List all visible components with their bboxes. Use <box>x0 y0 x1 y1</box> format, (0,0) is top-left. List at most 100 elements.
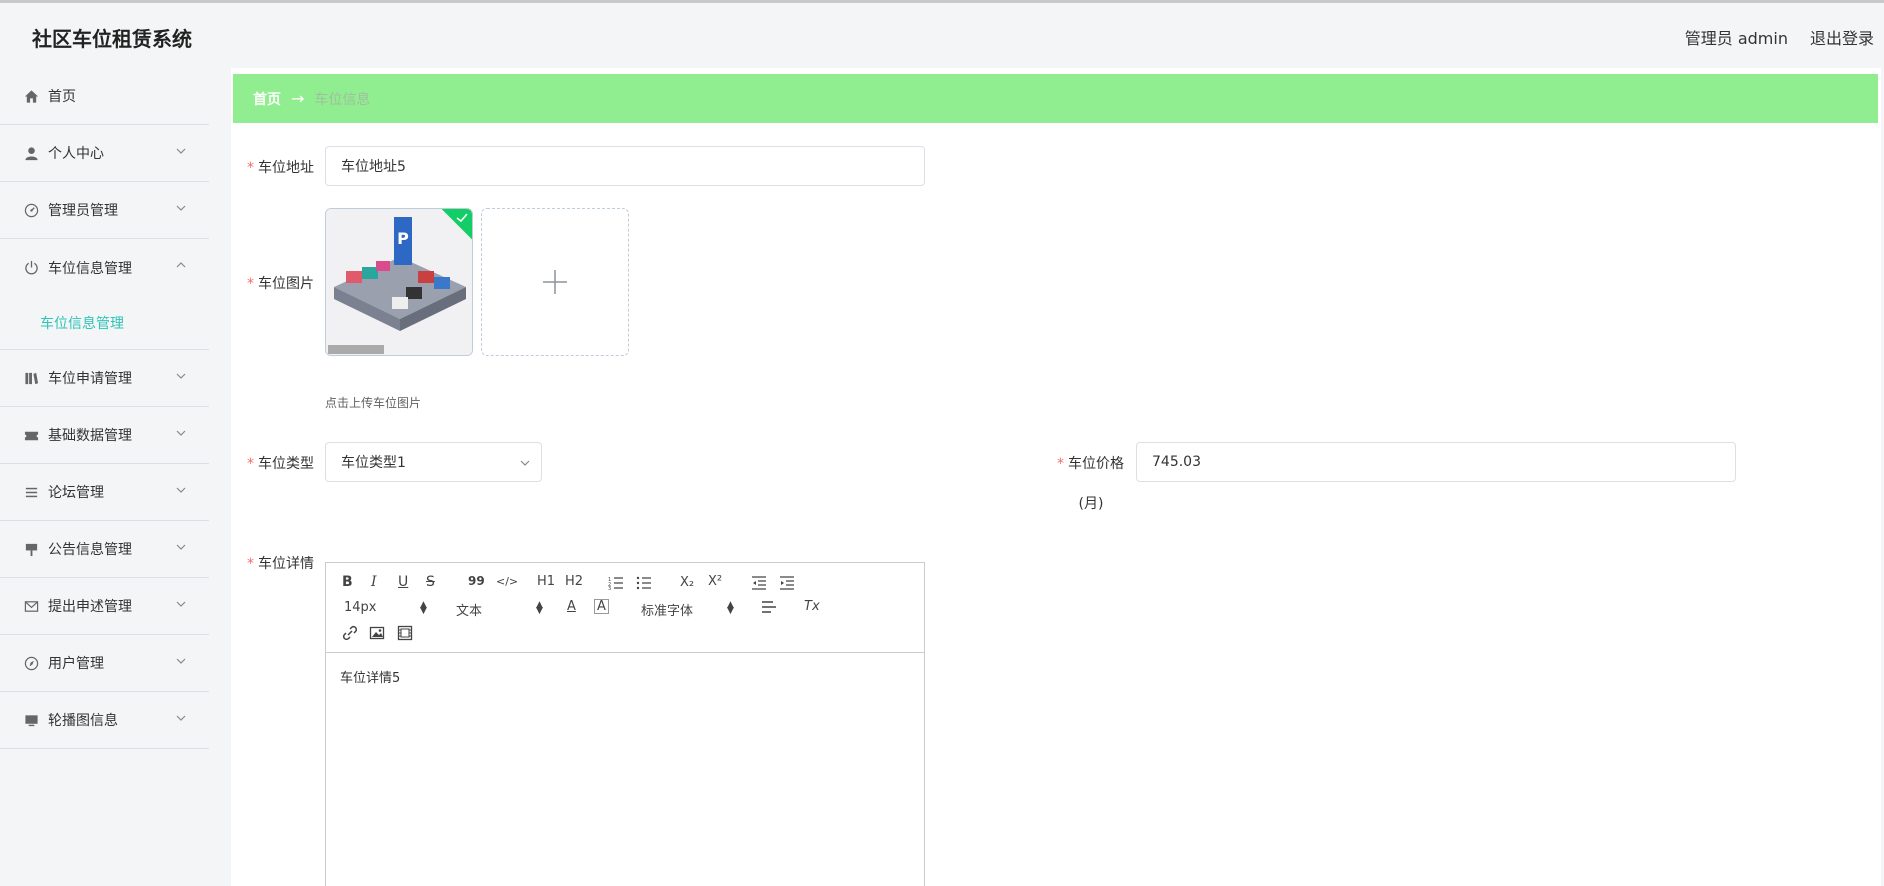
breadcrumb-current: 车位信息 <box>314 91 371 108</box>
address-input[interactable]: 车位地址5 <box>325 146 925 186</box>
superscript-icon[interactable]: X² <box>708 574 722 589</box>
italic-icon[interactable]: I <box>371 574 377 590</box>
address-label: * 车位地址 <box>247 160 314 176</box>
background-color-icon[interactable]: A <box>594 599 609 614</box>
chevron-down-icon <box>176 715 186 721</box>
font-color-icon[interactable]: A <box>567 599 576 614</box>
chevron-up-icon <box>176 262 186 268</box>
video-icon[interactable] <box>397 625 413 641</box>
price-label: * 车位价格 <box>1057 456 1124 472</box>
sidebar-item-label: 个人中心 <box>48 146 104 162</box>
breadcrumb: 首页 → 车位信息 <box>233 74 1878 123</box>
list-icon <box>22 483 40 501</box>
sidebar-item-label: 管理员管理 <box>48 203 118 219</box>
sidebar-item-label: 首页 <box>48 89 76 105</box>
parking-lot-image: P <box>326 209 472 355</box>
sidebar-item-parking-application[interactable]: 车位申请管理 <box>0 350 209 407</box>
sidebar-item-label: 车位信息管理 <box>48 260 132 277</box>
sidebar-item-carousel[interactable]: 轮播图信息 <box>0 692 209 749</box>
sidebar-subitem-parking-info[interactable]: 车位信息管理 <box>0 296 209 350</box>
breadcrumb-arrow-icon: → <box>291 89 305 108</box>
heading2-icon[interactable]: H2 <box>565 574 583 589</box>
user-icon <box>22 144 40 162</box>
link-icon[interactable] <box>342 625 358 641</box>
sidebar-item-complaint[interactable]: 提出申述管理 <box>0 578 209 635</box>
bullet-list-icon[interactable] <box>636 576 652 590</box>
sidebar-item-label: 轮播图信息 <box>48 713 118 729</box>
code-icon[interactable]: </> <box>496 575 518 588</box>
quote-icon[interactable]: 99 <box>468 574 485 588</box>
home-icon <box>22 87 40 105</box>
plus-icon <box>543 270 567 294</box>
sidebar-item-user-management[interactable]: 用户管理 <box>0 635 209 692</box>
monitor-icon <box>22 711 40 729</box>
books-icon <box>22 369 40 387</box>
power-icon <box>22 259 40 277</box>
sidebar-item-forum[interactable]: 论坛管理 <box>0 464 209 521</box>
chevron-down-icon <box>176 205 186 211</box>
sidebar-item-admin-management[interactable]: 管理员管理 <box>0 182 209 239</box>
underline-icon[interactable]: U <box>398 574 408 590</box>
rich-text-editor: B I U S 99 </> H1 H2 123 X₂ X² 14px ▲ ▼ 文… <box>325 562 925 886</box>
detail-label: * 车位详情 <box>247 556 314 572</box>
uploaded-image[interactable]: P <box>325 208 473 356</box>
heading1-icon[interactable]: H1 <box>537 574 555 589</box>
breadcrumb-home[interactable]: 首页 <box>253 89 281 109</box>
sidebar-item-announcement[interactable]: 公告信息管理 <box>0 521 209 578</box>
header-select[interactable]: 文本 ▲ ▼ <box>456 600 543 620</box>
outdent-icon[interactable] <box>751 576 767 590</box>
sidebar-item-label: 车位申请管理 <box>48 371 132 387</box>
sidebar-item-base-data[interactable]: 基础数据管理 <box>0 407 209 464</box>
top-header: 社区车位租赁系统 管理员 admin 退出登录 <box>0 0 1884 68</box>
sidebar-item-label: 公告信息管理 <box>48 542 132 558</box>
chevron-down-icon <box>176 544 186 550</box>
type-label: * 车位类型 <box>247 456 314 472</box>
sign-icon <box>22 540 40 558</box>
chevron-down-icon <box>176 148 186 154</box>
sidebar-item-home[interactable]: 首页 <box>0 68 209 125</box>
chevron-down-icon <box>176 430 186 436</box>
chevron-down-icon <box>176 601 186 607</box>
user-label[interactable]: 管理员 admin <box>1685 25 1788 49</box>
sidebar-item-label: 论坛管理 <box>48 485 104 501</box>
price-unit: (月) <box>1078 496 1104 512</box>
bold-icon[interactable]: B <box>342 574 353 590</box>
price-input[interactable]: 745.03 <box>1136 442 1736 482</box>
image-icon[interactable] <box>369 625 385 641</box>
ticket-icon <box>22 426 40 444</box>
type-select[interactable]: 车位类型1 <box>325 442 542 482</box>
ordered-list-icon[interactable]: 123 <box>608 576 624 590</box>
chevron-down-icon <box>176 373 186 379</box>
upload-button[interactable] <box>481 208 629 356</box>
image-upload-tip: 点击上传车位图片 <box>325 396 422 410</box>
check-icon <box>456 213 468 223</box>
compass-icon <box>22 654 40 672</box>
editor-toolbar: B I U S 99 </> H1 H2 123 X₂ X² 14px ▲ ▼ 文… <box>326 563 924 653</box>
strike-icon[interactable]: S <box>426 574 435 590</box>
sidebar-item-label: 用户管理 <box>48 656 104 672</box>
svg-text:P: P <box>397 229 409 248</box>
logout-button[interactable]: 退出登录 <box>1810 25 1874 49</box>
clear-format-icon[interactable]: Tx <box>804 599 820 614</box>
app-title: 社区车位租赁系统 <box>32 27 192 51</box>
sidebar-item-label: 提出申述管理 <box>48 599 132 615</box>
align-left-icon[interactable] <box>761 601 777 615</box>
sidebar-item-personal-center[interactable]: 个人中心 <box>0 125 209 182</box>
image-label: * 车位图片 <box>247 276 314 292</box>
user-area: 管理员 admin 退出登录 <box>1685 25 1874 49</box>
indent-icon[interactable] <box>779 576 795 590</box>
sidebar-item-label: 基础数据管理 <box>48 428 132 444</box>
editor-content[interactable]: 车位详情5 <box>340 667 400 686</box>
font-family-select[interactable]: 标准字体 ▲ ▼ <box>641 600 734 620</box>
chevron-down-icon <box>520 460 530 466</box>
chevron-down-icon <box>176 658 186 664</box>
type-select-value: 车位类型1 <box>341 455 406 471</box>
chevron-down-icon <box>176 487 186 493</box>
font-size-select[interactable]: 14px ▲ ▼ <box>344 600 427 616</box>
gauge-icon <box>22 201 40 219</box>
mail-icon <box>22 597 40 615</box>
sidebar-item-parking-info[interactable]: 车位信息管理 <box>0 239 209 296</box>
sidebar: 首页 个人中心 管理员管理 车位信息管理 车位信息管理 车位申请管理 基础数据管… <box>0 68 209 886</box>
subscript-icon[interactable]: X₂ <box>680 575 694 590</box>
svg-text:3: 3 <box>608 586 611 590</box>
